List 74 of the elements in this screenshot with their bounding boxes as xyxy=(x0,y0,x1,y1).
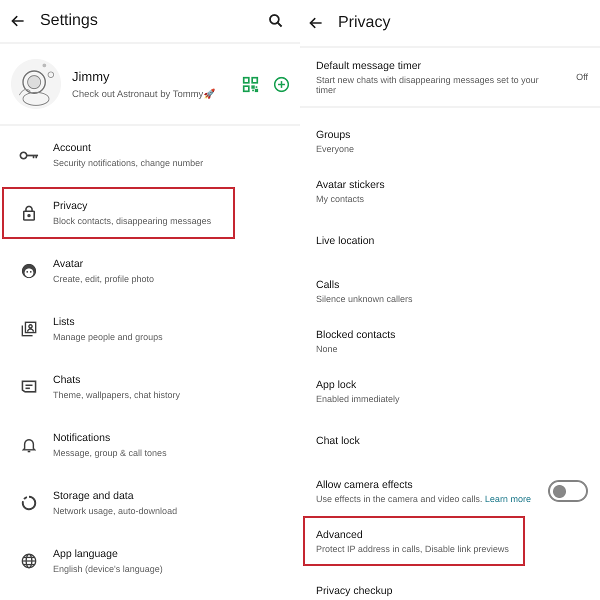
item-subtitle: Manage people and groups xyxy=(53,332,163,342)
item-title: Default message timer xyxy=(316,60,422,72)
item-subtitle: Use effects in the camera and video calls. Learn more xyxy=(316,494,532,504)
privacy-item[interactable]: Chat lock xyxy=(303,416,525,466)
chat-icon xyxy=(20,380,36,394)
item-title: Lists xyxy=(53,316,76,328)
settings-item[interactable]: App language English (device's language) xyxy=(2,535,235,587)
item-subtitle: Start new chats with disappearing messages set to your timer xyxy=(316,74,540,94)
item-title: Advanced xyxy=(316,528,364,540)
item-title: Avatar xyxy=(53,258,84,270)
screen-title: Settings xyxy=(40,12,99,30)
item-subtitle: Theme, wallpapers, chat history xyxy=(53,390,180,400)
privacy-item[interactable]: Groups Everyone xyxy=(303,116,525,166)
qr-code-icon[interactable] xyxy=(242,76,259,92)
privacy-item[interactable]: Avatar stickers My contacts xyxy=(303,166,525,216)
key-icon xyxy=(18,148,38,162)
toggle-switch[interactable] xyxy=(548,480,588,502)
globe-icon xyxy=(20,553,36,569)
privacy-item[interactable]: App lock Enabled immediately xyxy=(303,366,525,416)
privacy-item[interactable]: Advanced Protect IP address in calls, Disable link previews xyxy=(303,516,525,566)
item-subtitle: English (device's language) xyxy=(53,564,163,574)
settings-item[interactable]: Lists Manage people and groups xyxy=(2,303,235,355)
screen-title: Privacy xyxy=(338,14,392,32)
item-title: Notifications xyxy=(53,432,112,444)
avatar-icon xyxy=(20,263,36,279)
item-subtitle: Block contacts, disappearing messages xyxy=(53,216,212,226)
item-subtitle: Enabled immediately xyxy=(316,394,401,404)
item-title: Allow camera effects xyxy=(316,478,414,490)
add-icon[interactable] xyxy=(273,76,290,92)
settings-item[interactable]: Notifications Message, group & call tones xyxy=(2,419,235,471)
item-title: App language xyxy=(53,548,119,560)
item-subtitle: Security notifications, change number xyxy=(53,158,204,168)
item-title: App lock xyxy=(316,378,358,390)
item-title: Chats xyxy=(53,374,82,386)
item-title: Privacy checkup xyxy=(316,585,394,597)
item-value: Off xyxy=(576,72,588,82)
back-icon[interactable] xyxy=(308,15,324,31)
item-title: Calls xyxy=(316,278,340,290)
item-title: Account xyxy=(53,142,92,154)
storage-icon xyxy=(20,495,36,511)
back-icon[interactable] xyxy=(10,13,26,29)
privacy-item[interactable]: Privacy checkup xyxy=(303,566,525,600)
item-subtitle: Create, edit, profile photo xyxy=(53,274,154,284)
item-subtitle: My contacts xyxy=(316,194,366,204)
settings-item[interactable]: Chats Theme, wallpapers, chat history xyxy=(2,361,235,413)
item-subtitle: Protect IP address in calls, Disable link previews xyxy=(316,544,510,554)
search-icon[interactable] xyxy=(268,13,284,29)
item-title: Blocked contacts xyxy=(316,328,396,340)
profile-status: Check out Astronaut by Tommy🚀 xyxy=(72,88,216,100)
item-subtitle: Network usage, auto-download xyxy=(53,506,178,516)
profile-name: Jimmy xyxy=(72,68,111,84)
contact-list-icon xyxy=(20,321,36,337)
privacy-item[interactable]: Blocked contacts None xyxy=(303,316,525,366)
privacy-item[interactable]: Live location xyxy=(303,216,525,266)
settings-item[interactable]: Avatar Create, edit, profile photo xyxy=(2,245,235,297)
item-title: Chat lock xyxy=(316,435,361,447)
privacy-item[interactable]: Allow camera effects Use effects in the camera and video calls. Learn more xyxy=(300,466,600,516)
learn-more-link[interactable]: Learn more xyxy=(484,494,531,504)
lock-icon xyxy=(22,205,36,221)
item-title: Avatar stickers xyxy=(316,178,386,190)
item-title: Live location xyxy=(316,235,376,247)
item-title: Storage and data xyxy=(53,490,135,502)
item-title: Groups xyxy=(316,128,352,140)
item-subtitle: Message, group & call tones xyxy=(53,448,167,458)
settings-item[interactable]: Storage and data Network usage, auto-download xyxy=(2,477,235,529)
privacy-item[interactable]: Default message timer Start new chats with disappearing messages set to your timer Off xyxy=(300,48,600,108)
item-subtitle: None xyxy=(316,344,339,354)
item-title: Privacy xyxy=(53,200,88,212)
bell-icon xyxy=(22,437,36,453)
privacy-item[interactable]: Calls Silence unknown callers xyxy=(303,266,525,316)
item-subtitle: Everyone xyxy=(316,144,356,154)
settings-item[interactable]: Account Security notifications, change number xyxy=(2,129,235,181)
settings-item[interactable]: Privacy Block contacts, disappearing messages xyxy=(2,187,235,239)
item-subtitle: Silence unknown callers xyxy=(316,294,414,304)
